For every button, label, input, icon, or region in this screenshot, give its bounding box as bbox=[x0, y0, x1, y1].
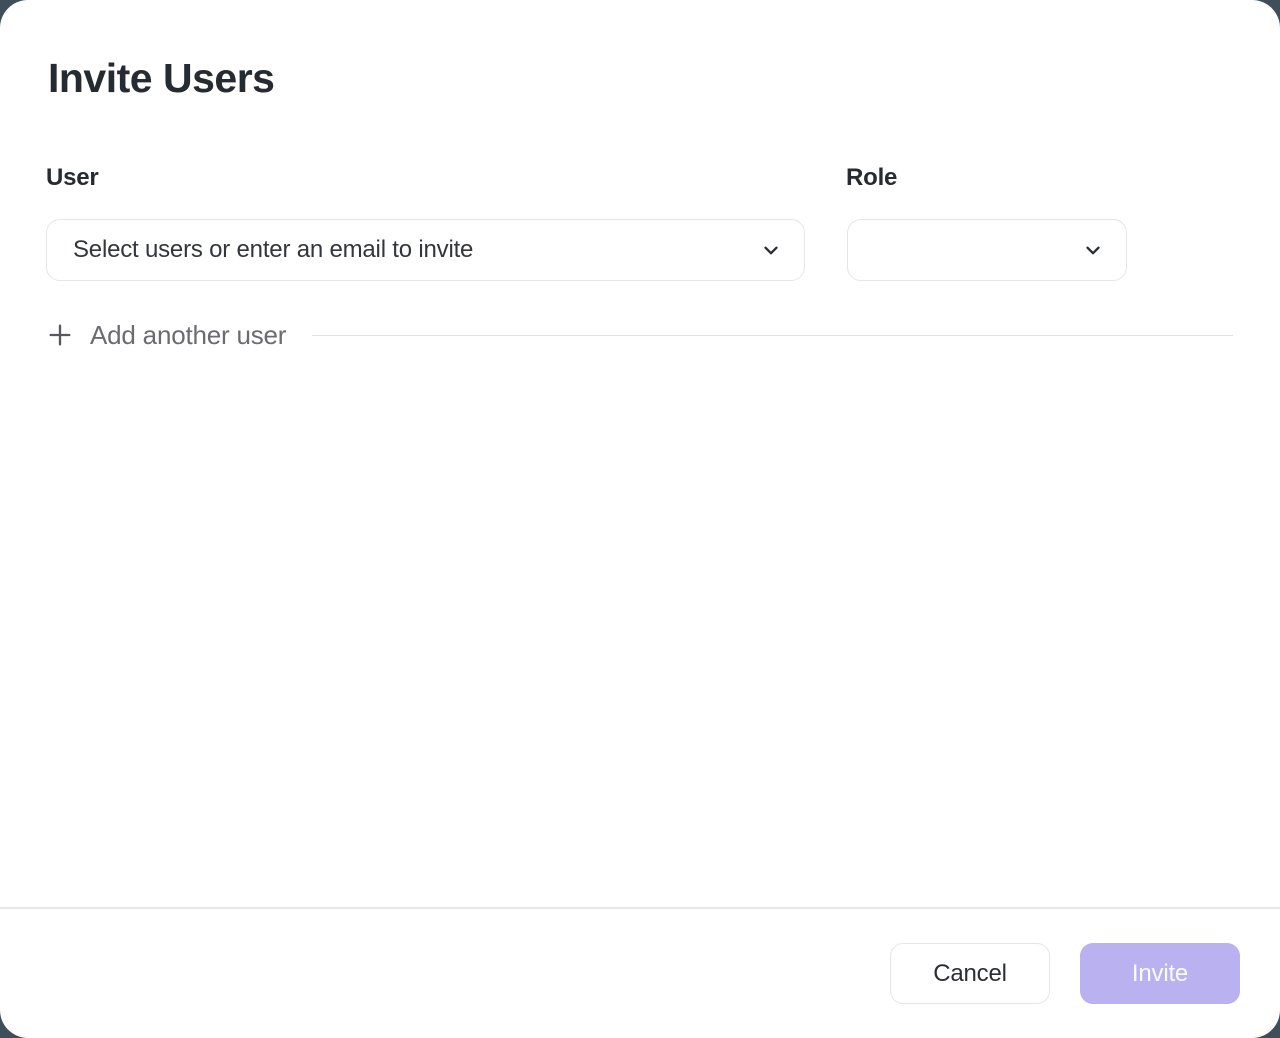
user-select[interactable]: Select users or enter an email to invite bbox=[46, 219, 805, 281]
footer-divider bbox=[0, 907, 1280, 909]
page-title: Invite Users bbox=[48, 55, 274, 102]
invite-users-modal: Invite Users User Select users or enter … bbox=[0, 0, 1280, 1038]
chevron-down-icon bbox=[760, 239, 782, 261]
add-another-user-row: Add another user bbox=[46, 320, 1233, 350]
user-field-label: User bbox=[46, 164, 99, 192]
cancel-button[interactable]: Cancel bbox=[890, 943, 1050, 1004]
plus-icon bbox=[46, 321, 74, 349]
role-field-label: Role bbox=[846, 164, 897, 192]
add-another-user-label: Add another user bbox=[90, 320, 286, 351]
role-select[interactable] bbox=[847, 219, 1127, 281]
invite-button[interactable]: Invite bbox=[1080, 943, 1240, 1004]
chevron-down-icon bbox=[1082, 239, 1104, 261]
divider bbox=[312, 335, 1233, 336]
add-another-user-button[interactable]: Add another user bbox=[46, 320, 286, 351]
user-select-value: Select users or enter an email to invite bbox=[73, 236, 473, 264]
